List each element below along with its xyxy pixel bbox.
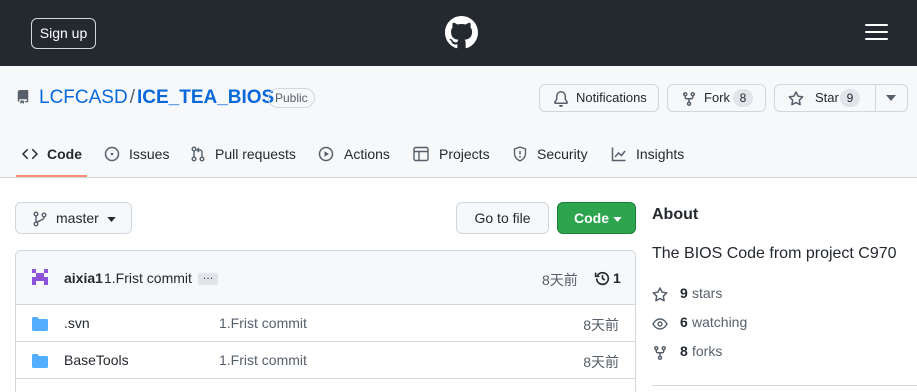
repo-owner-link[interactable]: LCFCASD	[39, 87, 128, 108]
tab-actions-label: Actions	[344, 146, 390, 162]
star-count: 9	[840, 89, 860, 107]
github-mark-icon[interactable]	[445, 16, 478, 49]
file-name-link[interactable]: .svn	[64, 315, 90, 331]
about-divider	[652, 385, 917, 386]
tab-pull-requests-label: Pull requests	[215, 146, 296, 162]
repo-separator: /	[129, 87, 135, 108]
file-commit-message[interactable]: 1.Frist commit	[219, 352, 307, 368]
tab-actions[interactable]: Actions	[318, 143, 392, 177]
file-name-link[interactable]: BaseTools	[64, 352, 129, 368]
graph-icon	[611, 147, 626, 162]
play-icon	[318, 146, 334, 162]
git-pull-request-icon	[191, 146, 205, 162]
folder-icon	[32, 354, 48, 368]
file-commit-message[interactable]: 1.Frist commit	[219, 315, 307, 331]
commits-count[interactable]: 1	[613, 270, 621, 286]
tab-projects-label: Projects	[439, 146, 490, 162]
repo-icon	[17, 90, 29, 104]
visibility-badge: Public	[268, 88, 315, 108]
commit-author[interactable]: aixia1	[64, 270, 103, 286]
fork-label: Fork	[704, 90, 730, 105]
code-dropdown-button[interactable]: Code	[557, 202, 636, 234]
tab-pull-requests[interactable]: Pull requests	[190, 143, 300, 177]
repo-header: LCFCASD / ICE_TEA_BIOS Public Notification…	[0, 66, 917, 178]
forks-link[interactable]: 8 forks	[652, 343, 732, 363]
site-header: Sign up	[0, 0, 917, 66]
repo-title: LCFCASD / ICE_TEA_BIOS	[39, 87, 274, 109]
fork-count: 8	[733, 89, 753, 107]
watching-count: 6	[680, 314, 688, 330]
file-row[interactable]: BaseTools 1.Frist commit 8天前	[16, 342, 635, 379]
about-heading: About	[652, 206, 699, 223]
sign-up-button[interactable]: Sign up	[31, 18, 96, 49]
forks-label: forks	[692, 343, 723, 359]
tab-issues-label: Issues	[129, 146, 170, 162]
bell-icon	[553, 91, 568, 107]
star-icon	[788, 91, 804, 106]
star-label: Star	[815, 90, 839, 105]
forks-count: 8	[680, 343, 688, 359]
latest-commit-row: aixia1 1.Frist commit … 8天前 1	[16, 251, 635, 305]
repo-forked-icon	[654, 346, 666, 361]
tab-code[interactable]: Code	[16, 143, 87, 177]
watching-link[interactable]: 6 watching	[652, 314, 752, 334]
tab-security[interactable]: Security	[512, 143, 590, 177]
tab-insights[interactable]: Insights	[611, 143, 689, 177]
star-button[interactable]: Star 9	[774, 84, 908, 112]
code-icon	[22, 148, 38, 160]
tab-issues[interactable]: Issues	[104, 143, 169, 177]
chevron-down-icon	[613, 217, 622, 222]
stars-label: stars	[692, 285, 723, 301]
chevron-down-icon	[107, 217, 116, 222]
eye-icon	[652, 318, 668, 330]
code-button-label: Code	[574, 210, 609, 226]
tab-projects[interactable]: Projects	[413, 143, 491, 177]
file-browser: aixia1 1.Frist commit … 8天前 1 .svn 1.Fri…	[15, 250, 636, 392]
shield-icon	[513, 146, 527, 162]
star-dropdown-divider	[875, 85, 876, 111]
table-icon	[413, 146, 429, 162]
tab-security-label: Security	[537, 146, 588, 162]
fork-button[interactable]: Fork 8	[667, 84, 766, 112]
file-age: 8天前	[583, 317, 619, 333]
stars-count: 9	[680, 285, 688, 301]
folder-icon	[32, 317, 48, 331]
star-icon	[652, 287, 668, 302]
avatar[interactable]	[30, 267, 50, 287]
issue-opened-icon	[104, 146, 120, 162]
repo-name-link[interactable]: ICE_TEA_BIOS	[137, 87, 274, 108]
watching-label: watching	[692, 314, 748, 330]
tab-code-label: Code	[47, 146, 82, 162]
star-dropdown-caret-icon[interactable]	[886, 95, 896, 101]
branch-select-button[interactable]: master	[15, 202, 132, 234]
repo-forked-icon	[683, 92, 695, 107]
stars-link[interactable]: 9 stars	[652, 285, 732, 305]
file-row[interactable]: .svn 1.Frist commit 8天前	[16, 305, 635, 342]
branch-name: master	[56, 210, 99, 226]
about-description: The BIOS Code from project C970	[652, 245, 897, 262]
commit-age: 8天前	[542, 272, 578, 288]
file-age: 8天前	[583, 354, 619, 370]
go-to-file-button[interactable]: Go to file	[456, 202, 549, 234]
tab-insights-label: Insights	[636, 146, 685, 162]
git-branch-icon	[33, 211, 47, 227]
hamburger-menu-icon[interactable]	[865, 24, 888, 42]
notifications-button[interactable]: Notifications	[539, 84, 659, 112]
notifications-label: Notifications	[576, 90, 647, 105]
commit-message[interactable]: 1.Frist commit	[104, 270, 192, 286]
commit-expand-button[interactable]: …	[198, 271, 218, 285]
history-icon[interactable]	[594, 270, 611, 287]
